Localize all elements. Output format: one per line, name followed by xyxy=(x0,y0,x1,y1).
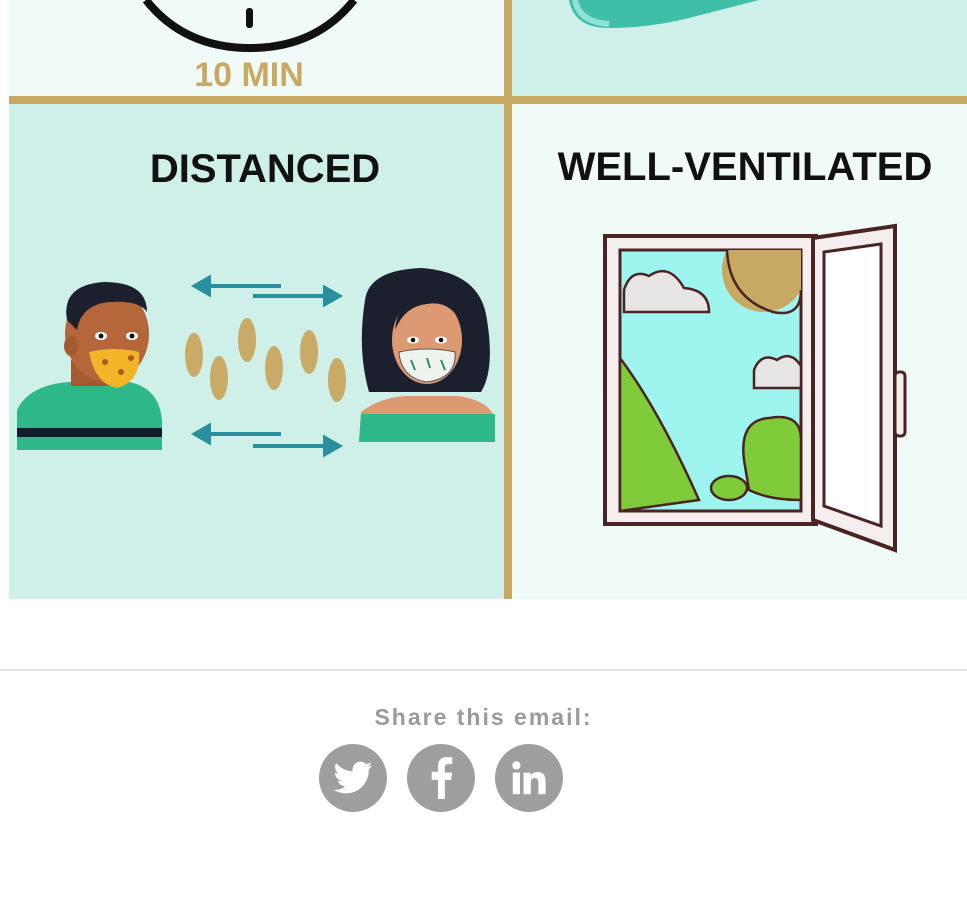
twitter-icon xyxy=(333,761,373,794)
share-label: Share this email: xyxy=(374,704,593,730)
linkedin-icon xyxy=(512,761,546,795)
facebook-icon xyxy=(431,757,453,799)
twitter-share-button[interactable] xyxy=(319,744,387,812)
woman-with-mask-illustration xyxy=(359,268,495,442)
ten-min-caption: 10 MIN xyxy=(194,56,304,94)
well-ventilated-heading: WELL-VENTILATED xyxy=(558,145,933,189)
facebook-share-button[interactable] xyxy=(407,744,475,812)
footer-divider xyxy=(0,669,967,671)
linkedin-share-button[interactable] xyxy=(495,744,563,812)
open-window-illustration xyxy=(603,223,907,553)
distanced-heading: DISTANCED xyxy=(150,147,380,191)
covid-safety-infographic: 10 MIN DISTANCED WELL-VENTILATED xyxy=(9,0,967,599)
